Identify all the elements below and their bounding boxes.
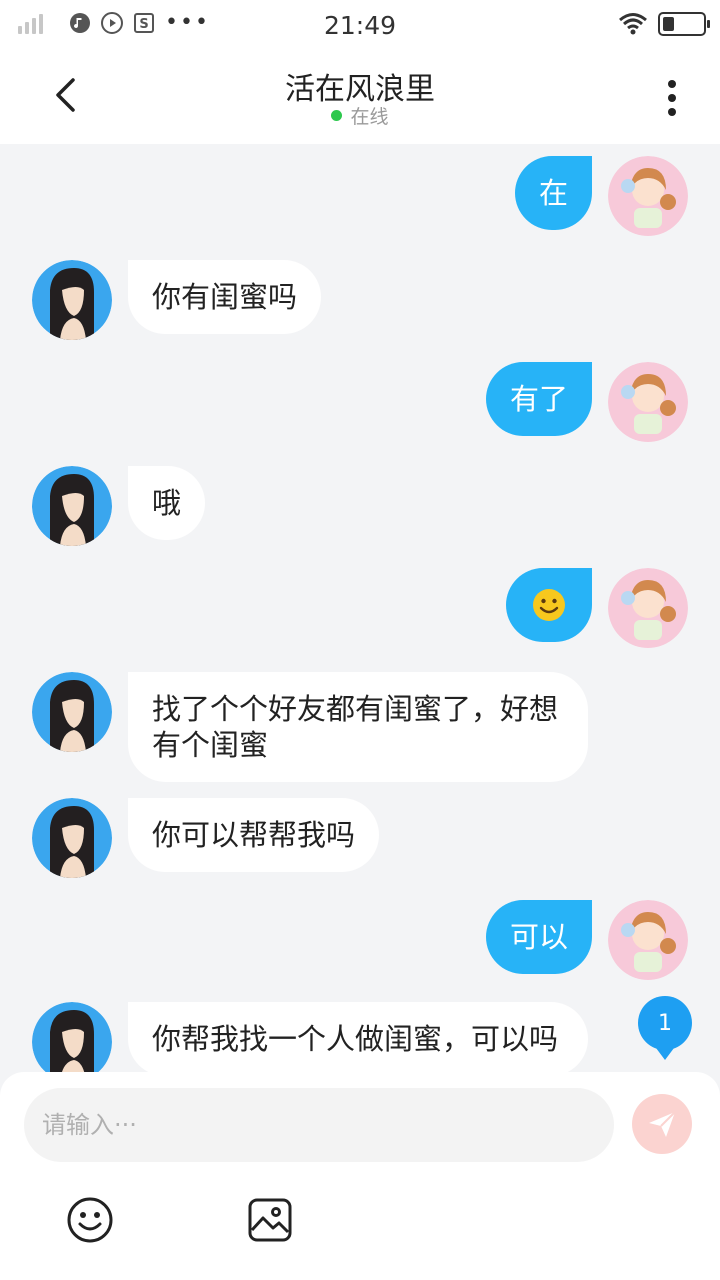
message-input[interactable]: 请输入··· <box>24 1088 614 1162</box>
smiley-icon <box>67 1197 113 1243</box>
avatar-image <box>608 362 688 442</box>
presence-status: 在线 <box>0 102 720 129</box>
dot <box>668 94 676 102</box>
avatar-image <box>32 798 112 878</box>
wifi-icon <box>619 13 647 35</box>
status-time: 21:49 <box>323 11 397 40</box>
avatar-image <box>608 568 688 648</box>
contact-avatar[interactable] <box>32 672 112 752</box>
send-button[interactable] <box>632 1094 692 1154</box>
my-avatar[interactable] <box>608 156 688 236</box>
contact-avatar[interactable] <box>32 466 112 546</box>
avatar-image <box>608 156 688 236</box>
contact-avatar[interactable] <box>32 260 112 340</box>
unread-count-badge[interactable]: 1 <box>638 996 692 1060</box>
image-button[interactable] <box>246 1196 294 1244</box>
contact-avatar[interactable] <box>32 1002 112 1072</box>
send-icon <box>649 1111 676 1137</box>
message-bubble[interactable]: 找了个个好友都有闺蜜了，好想有个闺蜜 <box>128 672 588 782</box>
message-bubble-emoji[interactable] <box>506 568 592 642</box>
dot <box>668 108 676 116</box>
my-avatar[interactable] <box>608 900 688 980</box>
more-options-button[interactable] <box>652 76 692 120</box>
battery-icon <box>658 12 710 36</box>
avatar-image <box>608 900 688 980</box>
composer: 请输入··· <box>0 1072 720 1280</box>
avatar-image <box>32 672 112 752</box>
emoji-button[interactable] <box>66 1196 114 1244</box>
contact-avatar[interactable] <box>32 798 112 878</box>
message-bubble[interactable]: 你可以帮帮我吗 <box>128 798 380 872</box>
image-icon <box>248 1198 292 1242</box>
message-bubble[interactable]: 你有闺蜜吗 <box>128 260 322 334</box>
chat-header: 活在风浪里 在线 <box>0 50 720 144</box>
dot <box>668 80 676 88</box>
status-bar: S ••• 21:49 <box>0 0 720 50</box>
my-avatar[interactable] <box>608 568 688 648</box>
status-bar-right <box>618 12 710 36</box>
avatar-image <box>32 1002 112 1072</box>
message-bubble[interactable]: 在 <box>514 156 592 230</box>
message-bubble[interactable]: 哦 <box>128 466 206 540</box>
message-list[interactable]: 在 你有闺蜜吗 有了 哦 找了个个好友都有闺蜜了，好想有个闺蜜 你可以帮帮我吗 … <box>0 144 720 1072</box>
message-bubble[interactable]: 你帮我找一个人做闺蜜，可以吗 <box>128 1002 588 1072</box>
avatar-image <box>32 466 112 546</box>
online-dot-icon <box>331 110 343 121</box>
smiley-emoji-icon <box>533 589 565 621</box>
avatar-image <box>32 260 112 340</box>
message-bubble[interactable]: 有了 <box>485 362 592 436</box>
message-bubble[interactable]: 可以 <box>485 900 592 974</box>
my-avatar[interactable] <box>608 362 688 442</box>
presence-label: 在线 <box>350 106 389 128</box>
